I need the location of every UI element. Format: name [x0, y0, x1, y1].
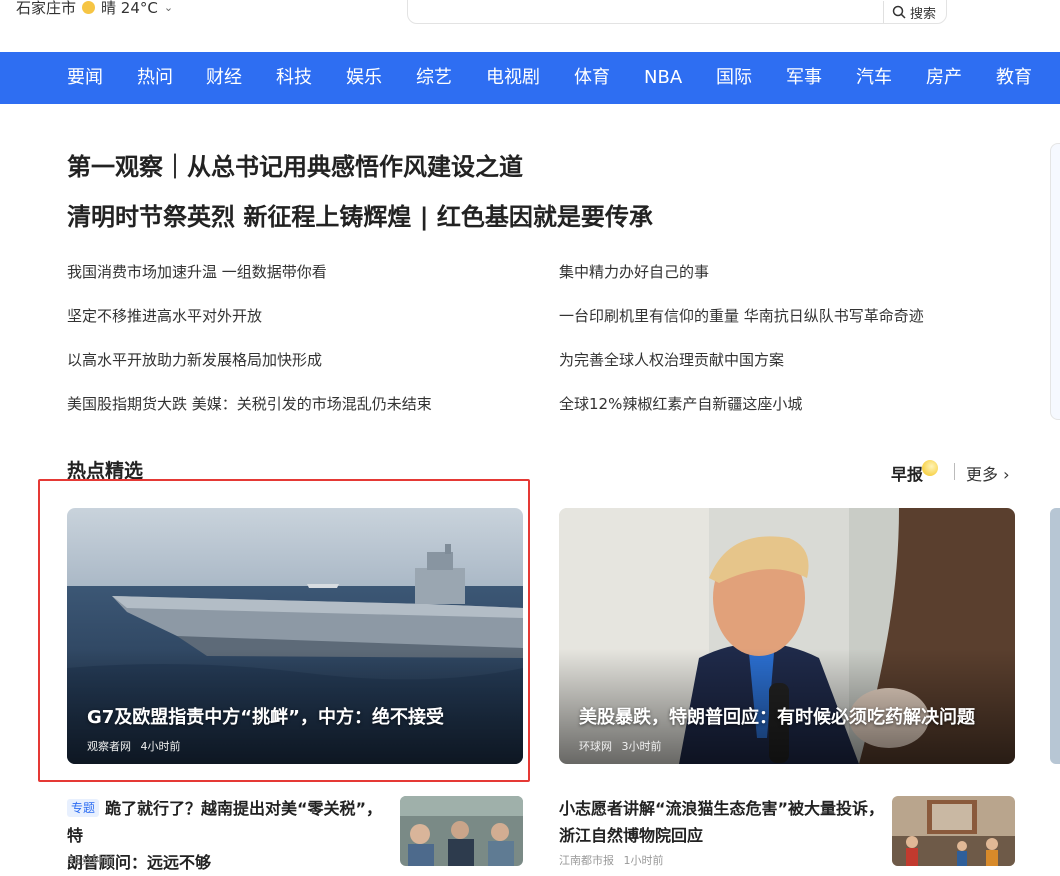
search-button-label: 搜索 [909, 6, 936, 22]
moon-icon [922, 460, 938, 476]
nav-item-yule[interactable]: 娱乐 [346, 52, 382, 104]
news-link[interactable]: 集中精力办好自己的事 [559, 261, 709, 282]
nav-item-nba[interactable]: NBA [644, 52, 682, 104]
card-meta: 环球网 3小时前 [579, 738, 668, 754]
news-link[interactable]: 为完善全球人权治理贡献中国方案 [559, 349, 784, 370]
headline-2[interactable]: 清明时节祭英烈 新征程上铸辉煌 | 红色基因就是要传承 [67, 197, 653, 232]
item-title-line1: 小志愿者讲解“流浪猫生态危害”被大量投诉， [559, 799, 885, 818]
nav-item-caijing[interactable]: 财经 [206, 52, 242, 104]
factory-image [400, 796, 523, 866]
nav-item-rewen[interactable]: 热问 [137, 52, 173, 104]
selection-highlight [38, 479, 530, 782]
nav-item-keji[interactable]: 科技 [276, 52, 312, 104]
topic-tag: 专题 [67, 799, 100, 817]
weather-widget[interactable]: 石家庄市 晴 24°C ⌄ [16, 0, 173, 18]
search-icon [892, 5, 906, 19]
item-time: 1小时前 [623, 854, 664, 867]
nav-item-zongyi[interactable]: 综艺 [416, 52, 452, 104]
nav-item-yaowen[interactable]: 要闻 [67, 52, 103, 104]
nav-item-qiche[interactable]: 汽车 [856, 52, 892, 104]
card-source: 环球网 [579, 740, 612, 753]
nav-item-junshi[interactable]: 军事 [786, 52, 822, 104]
more-link[interactable]: 更多 › [966, 461, 1010, 485]
side-panel [1050, 143, 1060, 420]
more-label: 更多 [966, 465, 999, 484]
card-title: 美股暴跌，特朗普回应：有时候必须吃药解决问题 [579, 707, 975, 728]
city-name: 石家庄市 [16, 0, 77, 17]
news-link[interactable]: 美国股指期货大跌 美媒：关税引发的市场混乱仍未结束 [67, 393, 432, 414]
item-source: 江南都市报 [559, 854, 614, 867]
top-bar: 石家庄市 晴 24°C ⌄ 搜索 [0, 0, 1060, 52]
item-time: 56分钟前 [67, 854, 114, 867]
headline-1[interactable]: 第一观察｜从总书记用典感悟作风建设之道 [67, 147, 523, 182]
nav-item-jiaoyu[interactable]: 教育 [996, 52, 1032, 104]
news-link[interactable]: 全球12%辣椒红素产自新疆这座小城 [559, 393, 802, 414]
nav-item-dianshiju[interactable]: 电视剧 [486, 52, 540, 104]
news-thumbnail[interactable] [400, 796, 523, 866]
news-link[interactable]: 一台印刷机里有信仰的重量 华南抗日纵队书写革命奇迹 [559, 305, 924, 326]
zaobao-button[interactable]: 早报 [891, 461, 923, 485]
news-card[interactable]: 美股暴跌，特朗普回应：有时候必须吃药解决问题 环球网 3小时前 [559, 508, 1015, 764]
chevron-right-icon: › [998, 465, 1010, 484]
news-link[interactable]: 我国消费市场加速升温 一组数据带你看 [67, 261, 327, 282]
chevron-down-icon: ⌄ [163, 1, 174, 14]
item-title-line1: 跪了就行了？越南提出对美“零关税”，特 [67, 799, 383, 845]
search-input[interactable]: 搜索 [407, 0, 947, 24]
channel-nav: 要闻 热问 财经 科技 娱乐 综艺 电视剧 体育 NBA 国际 军事 汽车 房产… [0, 52, 1060, 104]
news-link[interactable]: 坚定不移推进高水平对外开放 [67, 305, 262, 326]
item-meta: 江南都市报 1小时前 [559, 852, 670, 868]
nav-item-fangchan[interactable]: 房产 [926, 52, 962, 104]
news-item-title[interactable]: 小志愿者讲解“流浪猫生态危害”被大量投诉， 浙江自然博物院回应 [559, 795, 889, 849]
news-thumbnail[interactable] [892, 796, 1015, 866]
item-title-line2: 浙江自然博物院回应 [559, 826, 704, 845]
news-link[interactable]: 以高水平开放助力新发展格局加快形成 [67, 349, 322, 370]
sun-icon [82, 1, 96, 14]
museum-image [892, 796, 1015, 866]
item-meta: 56分钟前 [67, 852, 120, 868]
search-button[interactable]: 搜索 [882, 1, 936, 23]
weather-condition: 晴 24°C [101, 0, 158, 17]
nav-item-guoji[interactable]: 国际 [716, 52, 752, 104]
card-time: 3小时前 [621, 740, 662, 753]
divider [954, 463, 955, 480]
nav-item-tiyu[interactable]: 体育 [574, 52, 610, 104]
side-image [1050, 508, 1060, 764]
